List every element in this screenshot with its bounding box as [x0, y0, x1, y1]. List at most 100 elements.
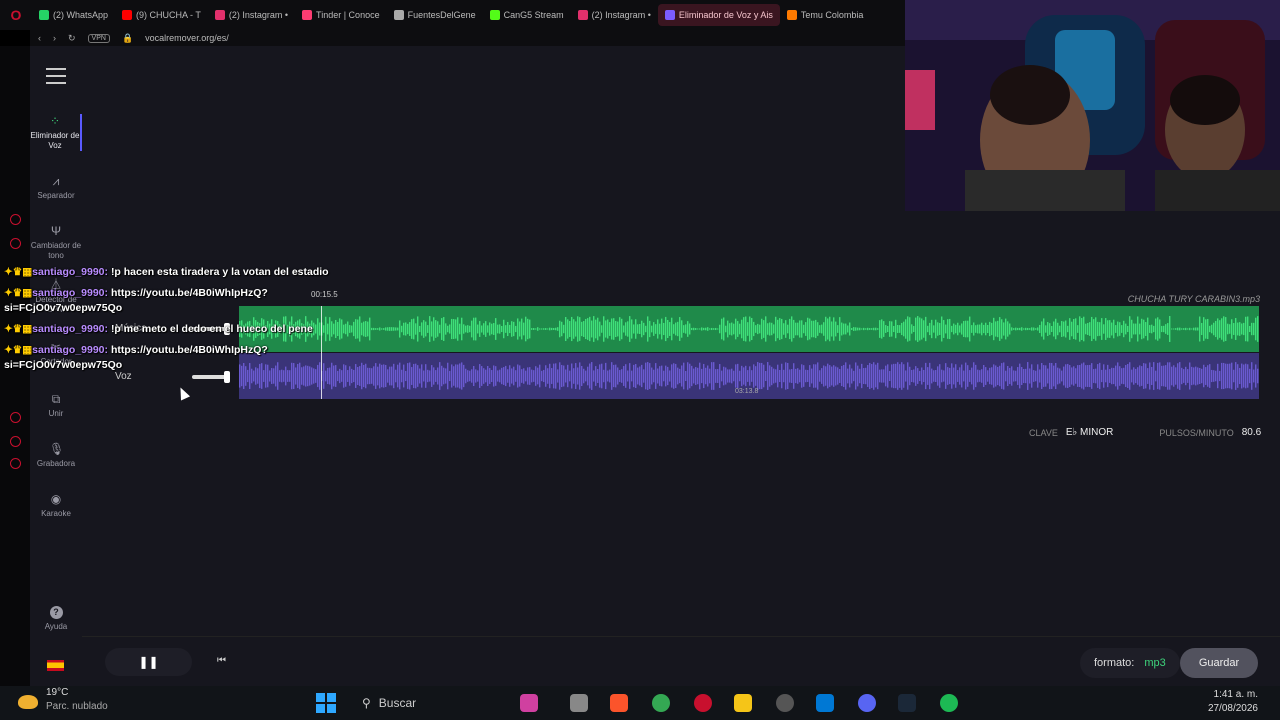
- waveform-bar: [1141, 318, 1143, 340]
- store-icon[interactable]: [816, 694, 834, 712]
- waveform-bar: [339, 368, 341, 384]
- sidebar-item[interactable]: ⁘ Eliminador de Voz: [30, 114, 82, 151]
- browser-tab[interactable]: (9) CHUCHA - T: [115, 4, 208, 26]
- spotify-icon[interactable]: [940, 694, 958, 712]
- waveform-bar: [813, 320, 815, 338]
- waveform-bar: [683, 362, 685, 390]
- chrome-icon[interactable]: [652, 694, 670, 712]
- url-text[interactable]: vocalremover.org/es/: [145, 33, 229, 43]
- spain-flag-icon[interactable]: [47, 660, 64, 671]
- waveform-bar: [1237, 322, 1239, 336]
- sidebar-item[interactable]: ◉ Karaoke: [30, 492, 82, 519]
- browser-tab[interactable]: Eliminador de Voz y Ais: [657, 4, 780, 26]
- weather-widget[interactable]: 19°C Parc. nublado: [46, 686, 108, 714]
- opera-sidebar-icon[interactable]: [10, 458, 21, 469]
- opera-sidebar-icon[interactable]: [10, 238, 21, 249]
- taskbar-app-icon[interactable]: [520, 694, 538, 712]
- waveform-bar: [1055, 318, 1057, 340]
- waveform-bar: [1129, 316, 1131, 342]
- waveform-bar: [703, 363, 705, 389]
- waveform-bar: [657, 319, 659, 339]
- waveform-bar: [1203, 364, 1205, 388]
- waveform-bar: [941, 369, 943, 383]
- waveform-bar: [471, 320, 473, 338]
- music-track[interactable]: [239, 306, 1259, 352]
- waveform-bar: [1223, 362, 1225, 390]
- waveform-bar: [1173, 328, 1175, 330]
- waveform-bar: [901, 322, 903, 336]
- waveform-bar: [535, 366, 537, 386]
- waveform-bar: [575, 321, 577, 337]
- pause-button[interactable]: ❚❚: [105, 648, 192, 676]
- waveform-bar: [705, 327, 707, 331]
- browser-tab[interactable]: (2) WhatsApp: [32, 4, 115, 26]
- waveform-bar: [807, 370, 809, 382]
- forward-icon[interactable]: ›: [53, 33, 56, 43]
- taskbar-app-icon[interactable]: [776, 694, 794, 712]
- taskbar-search[interactable]: ⚲ Buscar: [352, 690, 502, 716]
- waveform-bar: [641, 364, 643, 388]
- sidebar-item[interactable]: Ψ Cambiador de tono: [30, 224, 82, 261]
- waveform-bar: [1023, 328, 1025, 330]
- sidebar-item[interactable]: 🎙 Grabadora: [30, 442, 82, 469]
- waveform-bar: [773, 324, 775, 334]
- back-icon[interactable]: ‹: [38, 33, 41, 43]
- waveform-bar: [1155, 370, 1157, 382]
- sidebar-item[interactable]: ⧉ Unir: [30, 392, 82, 419]
- waveform-bar: [1137, 316, 1139, 342]
- waveform-bar: [539, 328, 541, 330]
- waveform-bar: [939, 364, 941, 388]
- waveform-bar: [517, 318, 519, 340]
- brave-icon[interactable]: [610, 694, 628, 712]
- browser-tab[interactable]: FuentesDelGene: [387, 4, 483, 26]
- waveform-bar: [1013, 328, 1015, 330]
- webcam-image: [905, 0, 1280, 211]
- waveform-bar: [809, 318, 811, 340]
- windows-start-icon[interactable]: [316, 693, 336, 713]
- waveform-bar: [735, 364, 737, 388]
- browser-tab[interactable]: Tinder | Conoce: [295, 4, 387, 26]
- waveform-bar: [925, 362, 927, 390]
- skip-back-icon[interactable]: ⏮: [217, 655, 226, 666]
- browser-tab[interactable]: (2) Instagram •: [208, 4, 295, 26]
- browser-tab[interactable]: (2) Instagram •: [571, 4, 658, 26]
- waveform-bar: [949, 318, 951, 340]
- waveform-bar: [973, 362, 975, 390]
- opera-logo-icon[interactable]: O: [0, 0, 32, 30]
- waveform-bar: [1027, 362, 1029, 390]
- tab-label: Temu Colombia: [800, 10, 864, 20]
- waveform-bar: [513, 366, 515, 386]
- opera-sidebar-icon[interactable]: [10, 412, 21, 423]
- waveform-bar: [687, 362, 689, 390]
- waveform-bar: [859, 327, 861, 331]
- waveform-bar: [695, 367, 697, 385]
- system-clock[interactable]: 1:41 a. m. 27/08/2026: [1208, 688, 1258, 716]
- format-selector[interactable]: formato: mp3: [1080, 648, 1180, 678]
- waveform-bar: [707, 327, 709, 331]
- waveform-bar: [925, 316, 927, 342]
- waveform-bar: [1147, 368, 1149, 384]
- waveform-bar: [437, 367, 439, 385]
- opera-sidebar-icon[interactable]: [10, 436, 21, 447]
- waveform-bar: [1181, 328, 1183, 330]
- browser-tab[interactable]: Temu Colombia: [780, 4, 871, 26]
- help-button[interactable]: ? Ayuda: [30, 606, 82, 631]
- waveform-bar: [987, 324, 989, 334]
- browser-tab[interactable]: CanG5 Stream: [483, 4, 571, 26]
- hamburger-menu-icon[interactable]: [46, 68, 66, 84]
- taskbar-app-icon[interactable]: [570, 694, 588, 712]
- waveform-bar: [1249, 325, 1251, 333]
- save-button[interactable]: Guardar: [1180, 648, 1258, 678]
- steam-icon[interactable]: [898, 694, 916, 712]
- waveform-bar: [791, 316, 793, 342]
- sidebar-item[interactable]: ⩘ Separador: [30, 174, 82, 201]
- opera-gx-icon[interactable]: [694, 694, 712, 712]
- reload-icon[interactable]: ↻: [68, 33, 76, 44]
- waveform-bar: [679, 317, 681, 341]
- vpn-badge[interactable]: VPN: [87, 33, 110, 43]
- opera-sidebar-icon[interactable]: [10, 214, 21, 225]
- file-explorer-icon[interactable]: [734, 694, 752, 712]
- waveform-bar: [1137, 367, 1139, 385]
- discord-icon[interactable]: [858, 694, 876, 712]
- waveform-bar: [1243, 364, 1245, 388]
